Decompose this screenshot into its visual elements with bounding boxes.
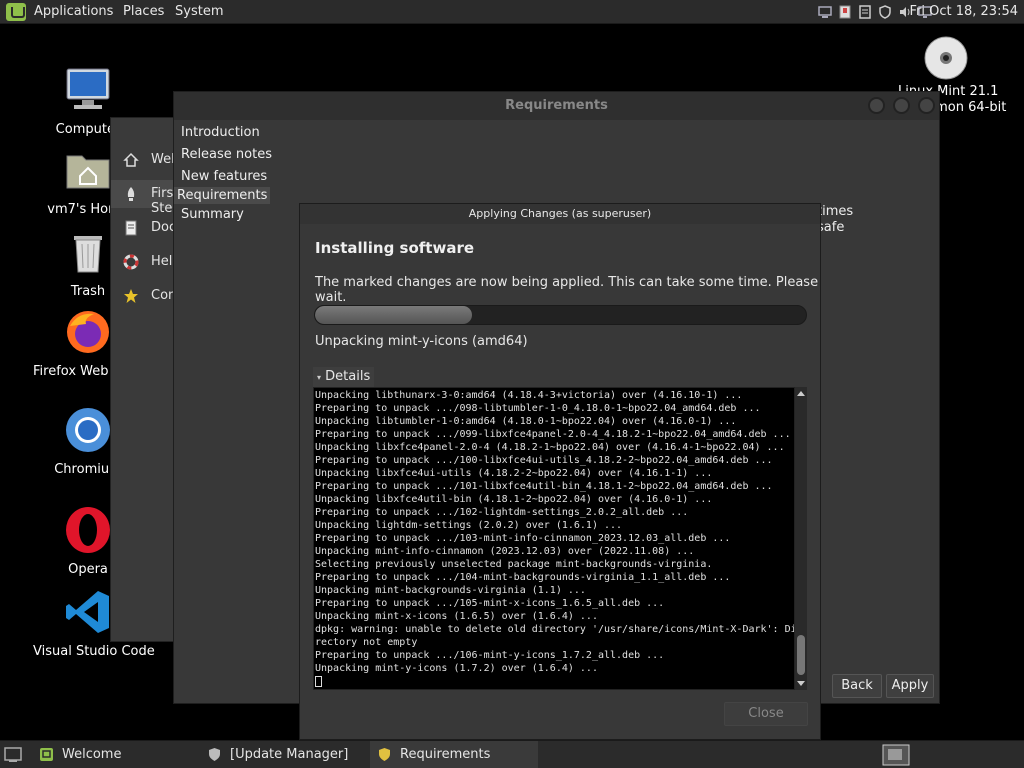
nav-release-notes[interactable]: Release notes <box>178 146 275 163</box>
desktop-label: Visual Studio Code <box>33 644 155 659</box>
partial-text-line: safe <box>817 220 845 235</box>
vscode-icon <box>66 591 109 633</box>
network-icon[interactable] <box>818 5 832 19</box>
menu-system[interactable]: System <box>175 4 223 19</box>
requirements-partial-text: times safe <box>817 204 853 236</box>
home-folder-icon <box>66 155 110 189</box>
terminal-line: Unpacking mint-backgrounds-virginia (1.1… <box>315 585 586 596</box>
scroll-up-icon[interactable] <box>797 391 805 396</box>
terminal-line: Preparing to unpack .../102-lightdm-sett… <box>315 507 689 518</box>
terminal-line: Unpacking libxfce4ui-utils (4.18.2-2~bpo… <box>315 468 713 479</box>
top-panel: Applications Places System Fri Oct 18, 2… <box>0 0 1024 24</box>
menu-places[interactable]: Places <box>123 4 164 19</box>
computer-icon <box>66 68 110 109</box>
terminal-line: Preparing to unpack .../099-libxfce4pane… <box>315 429 791 440</box>
firefox-icon <box>67 311 109 353</box>
terminal-line: Preparing to unpack .../103-mint-info-ci… <box>315 533 731 544</box>
back-button[interactable]: Back <box>832 674 882 698</box>
expander-arrow-icon: ▾ <box>317 373 322 382</box>
terminal-line: Preparing to unpack .../101-libxfce4util… <box>315 481 773 492</box>
terminal-output[interactable]: Unpacking libthunarx-3-0:amd64 (4.18.4-3… <box>313 387 795 690</box>
terminal-line: dpkg: warning: unable to delete old dire… <box>315 624 795 635</box>
dialog-message: The marked changes are now being applied… <box>315 275 819 305</box>
bottom-panel: Welcome [Update Manager] Requirements <box>0 740 1024 768</box>
terminal-line: Unpacking mint-y-icons (1.7.2) over (1.6… <box>315 663 598 674</box>
terminal-line: Preparing to unpack .../104-mint-backgro… <box>315 572 731 583</box>
shield-tray-icon[interactable] <box>878 5 892 19</box>
clipboard-icon[interactable] <box>858 5 872 19</box>
terminal-line: Preparing to unpack .../100-libxfce4ui-u… <box>315 455 773 466</box>
terminal-line: Unpacking mint-x-icons (1.6.5) over (1.6… <box>315 611 598 622</box>
home-icon <box>123 152 139 167</box>
dialog-heading: Installing software <box>315 239 475 257</box>
workspace-switcher-icon[interactable] <box>882 744 910 766</box>
terminal-line: Unpacking libxfce4util-bin (4.18.1-2~bpo… <box>315 494 713 505</box>
terminal-line: Unpacking libtumbler-1-0:amd64 (4.18.0-1… <box>315 416 737 427</box>
nav-summary[interactable]: Summary <box>178 206 247 223</box>
apply-button[interactable]: Apply <box>886 674 934 698</box>
close-window-button[interactable] <box>918 97 935 114</box>
task-requirements[interactable]: Requirements <box>370 741 538 768</box>
task-label: Requirements <box>400 747 491 762</box>
close-button[interactable]: Close <box>724 702 808 726</box>
star-icon <box>124 289 138 303</box>
terminal-line: Unpacking lightdm-settings (2.0.2) over … <box>315 520 623 531</box>
disc-icon[interactable] <box>924 36 968 80</box>
terminal-scrollbar[interactable] <box>795 387 807 690</box>
progress-bar <box>314 305 807 325</box>
terminal-line: Unpacking libthunarx-3-0:amd64 (4.18.4-3… <box>315 390 743 401</box>
document-icon <box>125 220 137 236</box>
task-label: [Update Manager] <box>230 747 349 762</box>
task-welcome[interactable]: Welcome <box>32 741 200 768</box>
terminal-line: Unpacking libxfce4panel-2.0-4 (4.18.2-1~… <box>315 442 785 453</box>
clock[interactable]: Fri Oct 18, 23:54 <box>909 4 1018 19</box>
terminal-line: Preparing to unpack .../105-mint-x-icons… <box>315 598 665 609</box>
minimize-button[interactable] <box>868 97 885 114</box>
applying-changes-dialog: Applying Changes (as superuser) Installi… <box>299 203 821 740</box>
progress-fill <box>315 306 473 324</box>
task-update-manager[interactable]: [Update Manager] <box>200 741 370 768</box>
details-label: Details <box>325 369 371 384</box>
nav-introduction[interactable]: Introduction <box>178 124 263 141</box>
nav-requirements[interactable]: Requirements <box>174 187 271 204</box>
dialog-status: Unpacking mint-y-icons (amd64) <box>315 334 528 349</box>
scroll-down-icon[interactable] <box>797 681 805 686</box>
shield-icon <box>379 748 390 761</box>
maximize-button[interactable] <box>893 97 910 114</box>
terminal-line: Preparing to unpack .../098-libtumbler-1… <box>315 403 761 414</box>
show-desktop-icon[interactable] <box>4 747 22 763</box>
dialog-title[interactable]: Applying Changes (as superuser) <box>300 204 820 224</box>
details-expander[interactable]: ▾ Details <box>313 367 375 387</box>
shield-icon <box>209 748 220 761</box>
terminal-line: Preparing to unpack .../106-mint-y-icons… <box>315 650 665 661</box>
partial-text-line: times <box>817 204 854 219</box>
mint-menu-icon[interactable] <box>6 3 26 21</box>
requirements-title[interactable]: Requirements <box>174 92 939 120</box>
terminal-line: rectory not empty <box>315 637 418 648</box>
terminal-line: Selecting previously unselected package … <box>315 559 713 570</box>
task-label: Welcome <box>62 747 122 762</box>
chromium-icon <box>66 408 110 452</box>
menu-applications[interactable]: Applications <box>34 4 113 19</box>
update-icon[interactable] <box>838 5 852 19</box>
terminal-line: Unpacking mint-info-cinnamon (2023.12.03… <box>315 546 695 557</box>
help-icon <box>123 254 139 270</box>
mint-icon <box>40 748 53 761</box>
nav-new-features[interactable]: New features <box>178 168 270 185</box>
terminal-lines: Unpacking libthunarx-3-0:amd64 (4.18.4-3… <box>315 389 795 675</box>
terminal-cursor <box>315 675 793 689</box>
rocket-icon <box>127 187 135 201</box>
opera-icon <box>66 507 110 553</box>
scroll-thumb[interactable] <box>797 635 805 675</box>
trash-icon <box>74 236 102 273</box>
